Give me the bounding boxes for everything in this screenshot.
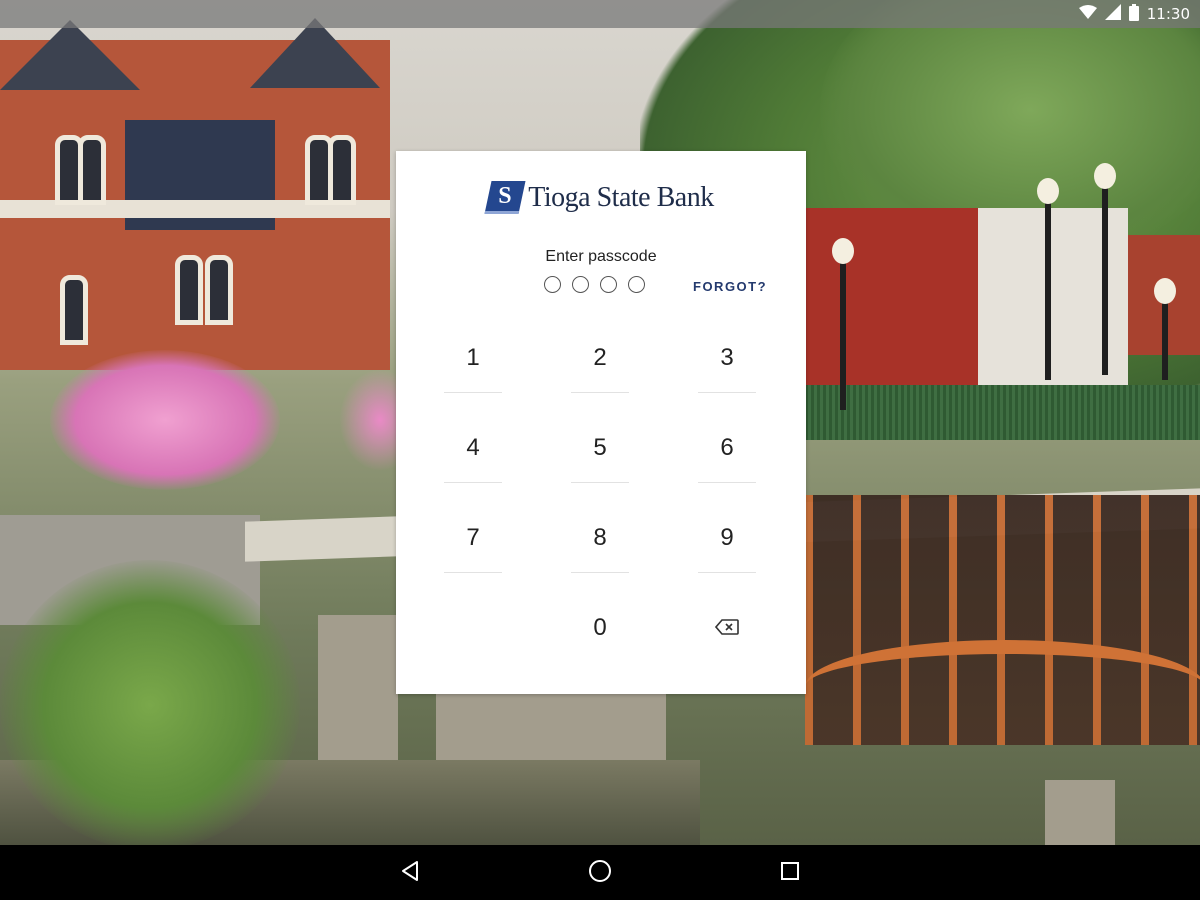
background-lamp (832, 238, 854, 410)
status-icons: 11:30 (1078, 3, 1190, 25)
keypad-key-4[interactable]: 4 (444, 413, 502, 483)
keypad-key-0[interactable]: 0 (571, 593, 629, 663)
background-lamp (1154, 278, 1176, 380)
background-lamp (1037, 178, 1059, 380)
brand-logo: S Tioga State Bank (396, 181, 806, 214)
system-nav-bar (0, 845, 1200, 900)
keypad-key-7[interactable]: 7 (444, 503, 502, 573)
status-time: 11:30 (1146, 5, 1190, 23)
passcode-label: Enter passcode (545, 248, 657, 265)
background-window (78, 135, 106, 205)
nav-home-button[interactable] (586, 859, 614, 887)
passcode-dots (544, 276, 645, 293)
background-bush (0, 560, 300, 845)
nav-back-button[interactable] (396, 859, 424, 887)
keypad-key-2[interactable]: 2 (571, 323, 629, 393)
background-bridge-arch (805, 640, 1200, 734)
passcode-dot (572, 276, 589, 293)
background-window (205, 255, 233, 325)
recents-icon (780, 861, 800, 886)
brand-mark-letter: S (498, 182, 513, 209)
background-church-roof (0, 20, 140, 90)
cell-signal-icon (1104, 4, 1121, 24)
background-window (328, 135, 356, 205)
keypad-key-9[interactable]: 9 (698, 503, 756, 573)
background-window (60, 275, 88, 345)
keypad-key-6[interactable]: 6 (698, 413, 756, 483)
background-railing (805, 385, 1200, 440)
background-lamp (1094, 163, 1116, 375)
nav-recents-button[interactable] (776, 859, 804, 887)
keypad-key-5[interactable]: 5 (571, 413, 629, 483)
keypad-key-8[interactable]: 8 (571, 503, 629, 573)
background-church-roof (250, 18, 380, 88)
keypad-key-1[interactable]: 1 (444, 323, 502, 393)
wifi-icon (1078, 5, 1097, 23)
background-building (805, 208, 980, 408)
forgot-passcode-link[interactable]: FORGOT? (693, 279, 767, 294)
passcode-card: S Tioga State Bank Enter passcode FORGOT… (396, 151, 806, 694)
background-window (175, 255, 203, 325)
passcode-dot (628, 276, 645, 293)
passcode-dot (600, 276, 617, 293)
brand-mark-icon: S (484, 181, 526, 214)
keypad-key-3[interactable]: 3 (698, 323, 756, 393)
passcode-dot (544, 276, 561, 293)
status-bar: 11:30 (0, 0, 1200, 28)
brand-name: Tioga State Bank (528, 181, 714, 213)
home-icon (588, 859, 612, 888)
background-blossom-tree (50, 350, 280, 490)
background-bridge-pier (1045, 780, 1115, 845)
back-icon (400, 860, 420, 887)
backspace-button[interactable] (698, 593, 756, 663)
battery-icon (1128, 3, 1139, 25)
backspace-icon (714, 614, 739, 642)
